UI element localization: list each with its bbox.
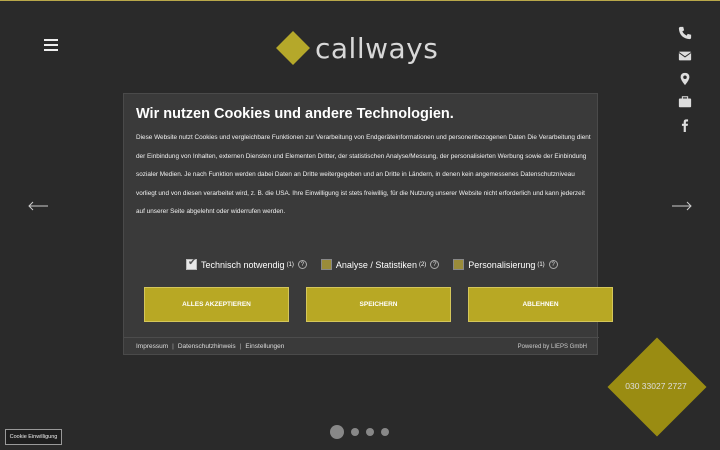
einstellungen-link[interactable]: Einstellungen [245,343,284,350]
slider-pagination [330,425,396,439]
cookie-button-row: ALLES AKZEPTIEREN SPEICHERN ABLEHNEN [144,287,630,322]
callways-logo[interactable]: callways [276,30,438,66]
checkbox-label: Analyse / Statistiken [335,259,417,270]
reject-button[interactable]: ABLEHNEN [468,287,613,322]
checkbox-unchecked[interactable] [320,259,332,270]
logo-diamond [276,31,310,65]
cookie-category-checkboxes: Technisch notwendig (1) ? Analyse / Stat… [186,257,572,270]
map-pin-icon[interactable] [678,72,692,86]
arrow-left-icon[interactable] [27,200,49,212]
footer-links: Impressum | Datenschutzhinweis | Einstellung… [136,343,284,350]
checkbox-technisch-notwendig[interactable]: Technisch notwendig (1) ? [186,257,307,270]
cookie-dialog-text: Diese Website nutzt Cookies und vergleic… [136,134,591,216]
checkbox-personalisierung[interactable]: Personalisierung (1) ? [453,259,558,270]
save-button[interactable]: SPEICHERN [306,287,451,322]
briefcase-icon[interactable] [678,95,692,109]
phone-number[interactable]: 030 33027 2727 [606,381,706,391]
envelope-icon[interactable] [678,49,692,63]
logo-text: callways [315,31,439,65]
separator: | [239,343,242,350]
help-icon[interactable]: ? [297,260,307,269]
checkbox-unchecked[interactable] [453,259,465,270]
help-icon[interactable]: ? [548,260,558,269]
facebook-icon[interactable] [678,118,692,132]
impressum-link[interactable]: Impressum [136,343,168,350]
side-contact-bar [678,26,692,141]
slider-dot-active[interactable] [330,425,344,439]
top-border-line [0,0,720,1]
separator: | [172,343,174,350]
checkbox-label: Technisch notwendig [201,259,285,270]
accept-all-button[interactable]: ALLES AKZEPTIEREN [144,287,289,322]
help-icon[interactable]: ? [430,260,440,269]
checkbox-label: Personalisierung [468,259,536,270]
cookie-dialog-footer: Impressum | Datenschutzhinweis | Einstellung… [124,337,599,355]
checkbox-count: (2) [418,261,427,268]
cookie-dialog-title: Wir nutzen Cookies und andere Technologi… [136,106,454,122]
checkbox-analyse-statistiken[interactable]: Analyse / Statistiken (2) ? [320,259,440,270]
cookie-consent-dialog: Wir nutzen Cookies und andere Technologi… [123,93,613,355]
checkbox-checked[interactable] [186,257,197,270]
cookie-settings-button[interactable]: Cookie Einwilligung [5,429,62,445]
hamburger-menu-icon[interactable] [44,39,58,51]
phone-icon[interactable] [678,26,692,40]
slider-dot[interactable] [381,428,389,436]
slider-dot[interactable] [366,428,374,436]
arrow-right-icon[interactable] [671,200,693,212]
powered-by-text: Powered by LIEPS GmbH [517,344,587,350]
checkbox-count: (1) [286,261,294,268]
datenschutzhinweis-link[interactable]: Datenschutzhinweis [178,343,236,350]
slider-dot[interactable] [351,428,359,436]
checkbox-count: (1) [537,261,545,268]
